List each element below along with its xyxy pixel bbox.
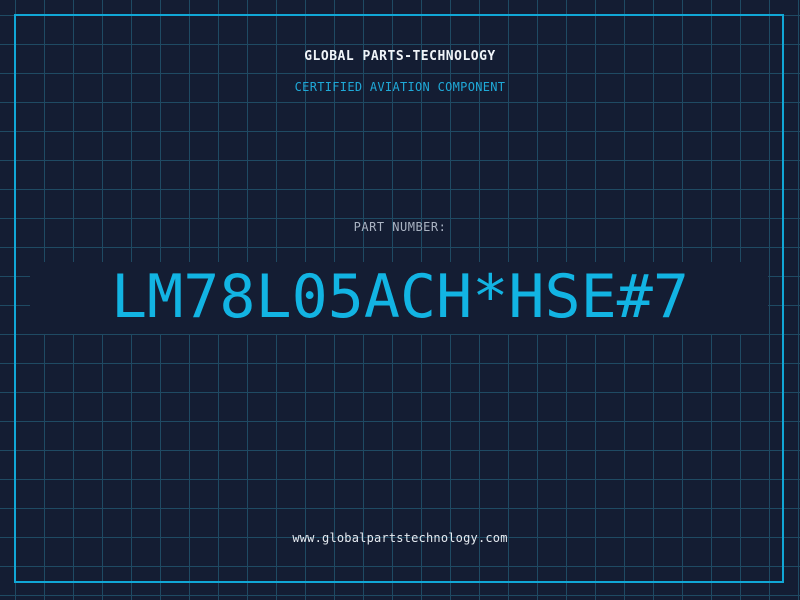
brand-title: GLOBAL PARTS-TECHNOLOGY	[304, 49, 496, 64]
part-number-value: LM78L05ACH*HSE#7	[111, 262, 689, 332]
certification-subtitle: CERTIFIED AVIATION COMPONENT	[294, 80, 506, 94]
website-url: www.globalpartstechnology.com	[292, 531, 508, 545]
part-number-label: PART NUMBER:	[353, 220, 447, 234]
